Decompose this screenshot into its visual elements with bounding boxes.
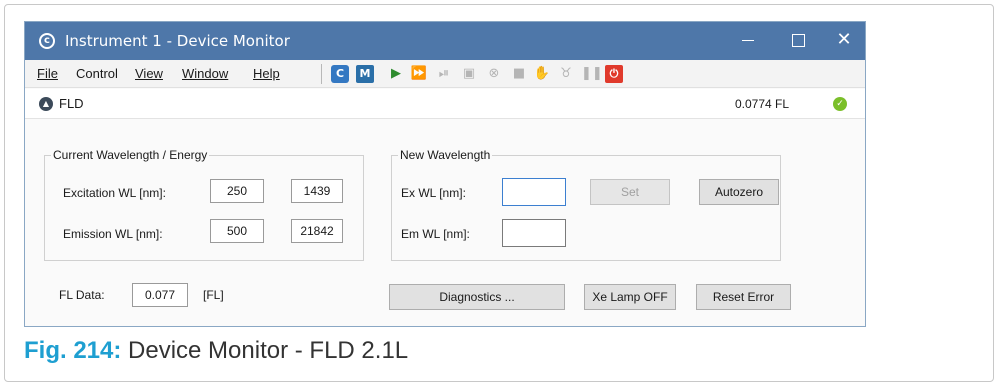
set-button[interactable]: Set (590, 179, 670, 205)
fl-data-label: FL Data: (59, 288, 105, 302)
xe-lamp-off-button[interactable]: Xe Lamp OFF (584, 284, 676, 310)
close-button[interactable]: ✕ (831, 28, 857, 52)
emission-label: Emission WL [nm]: (63, 227, 163, 241)
fl-data-unit: [FL] (203, 288, 224, 302)
panel-title: FLD (59, 96, 84, 111)
chevron-up-icon[interactable]: ▲ (39, 97, 53, 111)
menu-file[interactable]: File (37, 67, 58, 81)
excitation-label: Excitation WL [nm]: (63, 186, 166, 200)
menu-window[interactable]: Window (182, 67, 228, 81)
fl-data-value: 0.077 (132, 283, 188, 307)
emission-value: 500 (210, 219, 264, 243)
menu-control[interactable]: Control (76, 67, 118, 81)
new-group-title: New Wavelength (398, 148, 493, 162)
menu-help[interactable]: Help (253, 67, 280, 81)
figure-number: Fig. 214: (24, 337, 122, 364)
menu-control-label: Control (76, 66, 118, 81)
device-monitor-window: c Instrument 1 - Device Monitor ✕ File C… (24, 21, 866, 327)
figure-caption: Fig. 214: Device Monitor - FLD 2.1L (24, 336, 408, 366)
caption-text: Device Monitor - FLD 2.1L (128, 337, 409, 364)
diagnostics-button[interactable]: Diagnostics ... (389, 284, 565, 310)
manual-icon[interactable]: M (356, 65, 374, 83)
logo-icon: c (39, 33, 55, 49)
emission-energy: 21842 (291, 219, 343, 243)
title-bar[interactable]: c Instrument 1 - Device Monitor ✕ (25, 22, 865, 60)
lamp-icon[interactable]: ♉ (557, 65, 575, 83)
menu-view[interactable]: View (135, 67, 163, 81)
step-icon[interactable]: ⏯ (435, 65, 453, 83)
ex-wl-input[interactable] (502, 178, 566, 206)
menu-window-label: Window (182, 66, 229, 81)
new-wavelength-group: New Wavelength (391, 148, 781, 261)
hand-icon[interactable]: ✋ (533, 65, 551, 83)
fld-panel-header[interactable]: ▲ FLD 0.0774 FL ✓ (25, 89, 865, 119)
em-wl-label: Em WL [nm]: (401, 227, 470, 241)
pause-icon[interactable]: ❚❚ (581, 65, 603, 83)
status-ok-icon: ✓ (833, 97, 847, 111)
menu-help-label: Help (253, 66, 280, 81)
window-title: Instrument 1 - Device Monitor (65, 32, 290, 50)
autozero-button[interactable]: Autozero (699, 179, 779, 205)
menu-file-label: File (37, 66, 58, 81)
toolbar-separator (321, 64, 322, 84)
minimize-button[interactable] (735, 28, 761, 52)
excitation-value: 250 (210, 179, 264, 203)
excitation-energy: 1439 (291, 179, 343, 203)
menu-bar: File Control View Window Help C M ▶ ⏩ ⏯ … (25, 60, 865, 88)
fast-forward-icon[interactable]: ⏩ (410, 65, 428, 83)
current-group-title: Current Wavelength / Energy (51, 148, 210, 162)
connect-icon[interactable]: C (331, 65, 349, 83)
power-off-icon[interactable]: ⏻ (605, 65, 623, 83)
em-wl-input[interactable] (502, 219, 566, 247)
cancel-icon[interactable]: ⊗ (485, 65, 503, 83)
maximize-button[interactable] (785, 28, 811, 52)
reset-error-button[interactable]: Reset Error (696, 284, 791, 310)
current-wavelength-group: Current Wavelength / Energy (44, 148, 364, 261)
play-icon[interactable]: ▶ (387, 65, 405, 83)
snapshot-icon[interactable]: ▣ (460, 65, 478, 83)
ex-wl-label: Ex WL [nm]: (401, 186, 466, 200)
menu-view-label: View (135, 66, 163, 81)
stop-icon[interactable]: ■ (510, 65, 528, 83)
fl-reading: 0.0774 FL (735, 97, 790, 111)
